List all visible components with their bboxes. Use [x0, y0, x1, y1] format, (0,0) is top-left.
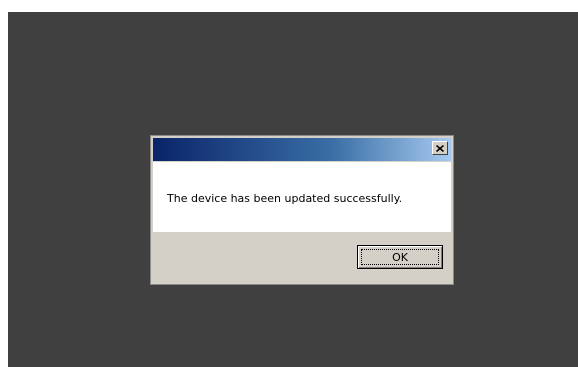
button-area: OK: [153, 232, 451, 282]
dialog-titlebar[interactable]: [153, 138, 451, 161]
message-area: The device has been updated successfully…: [153, 162, 451, 232]
screen-backdrop: The device has been updated successfully…: [8, 12, 578, 367]
close-icon: [436, 144, 444, 152]
ok-button-label: OK: [392, 250, 408, 264]
close-button[interactable]: [432, 141, 448, 155]
dialog-message: The device has been updated successfully…: [167, 192, 403, 205]
ok-button[interactable]: OK: [357, 245, 443, 269]
message-dialog: The device has been updated successfully…: [150, 135, 454, 285]
